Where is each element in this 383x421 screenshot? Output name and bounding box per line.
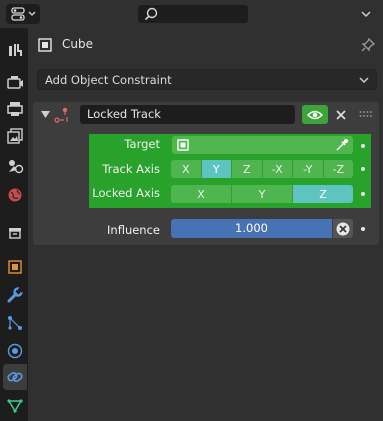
chevron-down-icon bbox=[359, 77, 369, 84]
mesh-data-icon bbox=[7, 399, 23, 413]
track-axis-option[interactable]: -Z bbox=[324, 160, 354, 178]
tab-object[interactable] bbox=[3, 254, 27, 280]
search-icon bbox=[144, 7, 158, 21]
tab-view-layer[interactable] bbox=[3, 123, 27, 149]
pin-icon[interactable] bbox=[360, 37, 376, 53]
constraint-icon bbox=[7, 372, 23, 382]
object-icon bbox=[8, 260, 22, 274]
locked-track-icon bbox=[54, 107, 68, 123]
tab-tool[interactable] bbox=[3, 37, 27, 63]
animate-property-dot[interactable] bbox=[361, 227, 365, 231]
track-axis-option[interactable]: Z bbox=[232, 160, 263, 178]
constraint-name-field[interactable]: Locked Track bbox=[80, 105, 295, 124]
track-axis-option[interactable]: Y bbox=[201, 160, 232, 178]
scene-icon bbox=[9, 160, 24, 174]
eye-icon bbox=[307, 110, 323, 119]
tab-object-constraints[interactable] bbox=[3, 364, 27, 390]
tab-particles[interactable] bbox=[3, 310, 27, 336]
constraint-enable-toggle[interactable] bbox=[302, 105, 328, 124]
tab-physics[interactable] bbox=[3, 338, 27, 364]
close-icon bbox=[336, 109, 346, 120]
tab-collection[interactable] bbox=[3, 220, 27, 246]
render-icon bbox=[7, 76, 23, 89]
tab-world[interactable] bbox=[3, 182, 27, 208]
delete-constraint-button[interactable] bbox=[333, 105, 349, 124]
track-axis-label: Track Axis bbox=[102, 162, 160, 176]
locked-axis-option[interactable]: Z bbox=[293, 185, 353, 203]
view-layer-icon bbox=[7, 128, 23, 144]
tab-object-data[interactable] bbox=[3, 392, 27, 418]
collapse-arrow-icon[interactable] bbox=[41, 110, 50, 119]
disable-and-keep-transform-button[interactable] bbox=[333, 219, 353, 238]
animate-property-dot[interactable] bbox=[361, 144, 365, 148]
close-circle-icon bbox=[336, 222, 350, 235]
add-object-constraint-label: Add Object Constraint bbox=[45, 73, 172, 87]
tab-render[interactable] bbox=[3, 69, 27, 95]
locked-axis-selector: XYZ bbox=[171, 185, 353, 203]
locked-axis-label: Locked Axis bbox=[92, 186, 160, 200]
tool-icon bbox=[9, 44, 22, 56]
editor-type-selector[interactable] bbox=[6, 4, 40, 24]
constraint-panel-header[interactable]: Locked Track bbox=[33, 102, 379, 127]
properties-editor-icon bbox=[11, 7, 36, 21]
constraint-name-text: Locked Track bbox=[87, 107, 161, 121]
collection-icon bbox=[9, 228, 21, 239]
influence-label: Influence bbox=[107, 223, 160, 237]
animate-property-dot[interactable] bbox=[361, 167, 365, 171]
drag-handle-icon[interactable] bbox=[359, 110, 373, 118]
header-options-button[interactable] bbox=[358, 6, 374, 22]
object-icon bbox=[38, 38, 52, 52]
influence-slider[interactable]: 1.000 bbox=[171, 219, 332, 238]
track-axis-option[interactable]: -X bbox=[263, 160, 293, 178]
chevron-down-icon bbox=[361, 11, 371, 18]
target-label: Target bbox=[124, 137, 160, 151]
tab-output[interactable] bbox=[3, 96, 27, 122]
track-axis-option[interactable]: -Y bbox=[293, 160, 324, 178]
context-breadcrumb: Cube bbox=[38, 34, 378, 56]
search-input[interactable] bbox=[138, 5, 248, 23]
locked-axis-option[interactable]: Y bbox=[232, 185, 293, 203]
target-field[interactable] bbox=[172, 136, 353, 154]
tab-scene[interactable] bbox=[3, 153, 27, 179]
add-object-constraint-dropdown[interactable]: Add Object Constraint bbox=[37, 69, 377, 90]
particles-icon bbox=[8, 316, 22, 330]
properties-tab-strip bbox=[0, 28, 28, 421]
tab-modifiers[interactable] bbox=[3, 282, 27, 308]
properties-header bbox=[0, 0, 383, 28]
animate-property-dot[interactable] bbox=[361, 192, 365, 196]
wrench-icon bbox=[7, 286, 24, 303]
world-icon bbox=[8, 188, 22, 202]
physics-icon bbox=[7, 343, 23, 359]
eyedropper-icon[interactable] bbox=[335, 138, 349, 152]
output-icon bbox=[7, 102, 23, 116]
object-name: Cube bbox=[62, 37, 93, 51]
influence-value: 1.000 bbox=[235, 221, 268, 235]
object-icon bbox=[177, 139, 189, 151]
locked-axis-option[interactable]: X bbox=[171, 185, 232, 203]
track-axis-selector: X Y Z -X -Y -Z bbox=[171, 160, 353, 178]
track-axis-option[interactable]: X bbox=[171, 160, 202, 178]
